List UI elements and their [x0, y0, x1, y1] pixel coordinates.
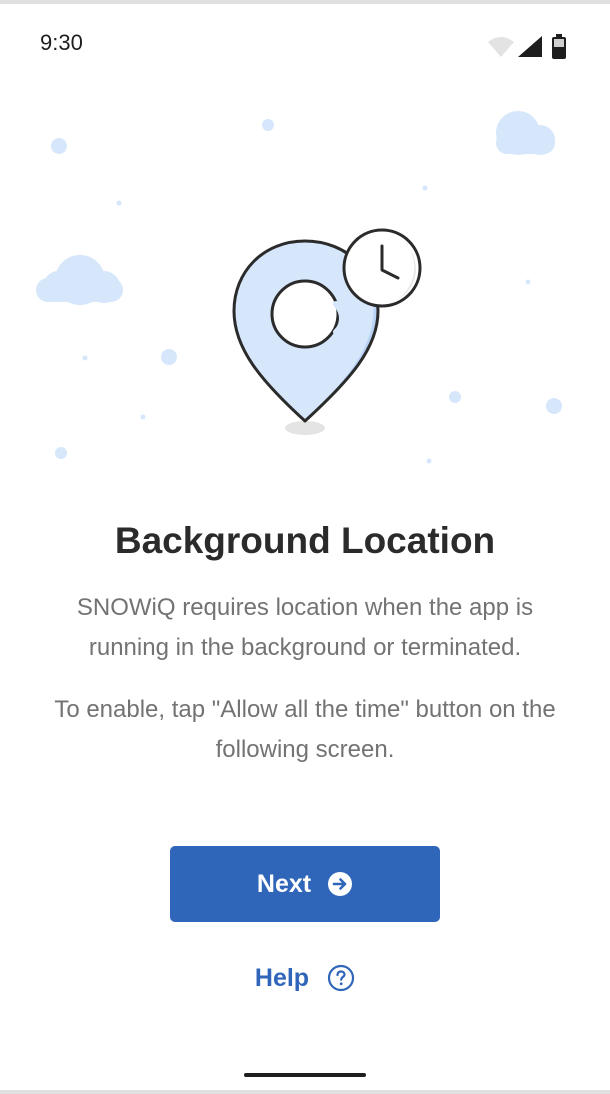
status-time: 9:30 — [40, 30, 83, 55]
next-button-label: Next — [256, 869, 312, 898]
arrow-right-circle-icon — [328, 872, 353, 896]
description-text: SNOWiQ requires location when the app is… — [76, 594, 534, 661]
cell-signal-icon — [518, 36, 542, 57]
page-title: Background Location — [114, 520, 496, 561]
help-link-label: Help — [254, 963, 310, 992]
question-circle-icon — [327, 964, 355, 992]
clock-icon — [342, 228, 422, 308]
help-link[interactable]: Help — [0, 958, 610, 998]
battery-icon — [552, 34, 566, 59]
next-button[interactable]: Next — [170, 846, 440, 922]
cloud-icon — [36, 255, 123, 305]
status-bar: 9:30 — [0, 4, 610, 76]
instruction-text: To enable, tap "Allow all the time" butt… — [54, 696, 556, 763]
location-illustration — [36, 111, 562, 464]
wifi-icon — [488, 37, 514, 57]
home-indicator[interactable] — [244, 1073, 366, 1077]
status-icons — [488, 34, 566, 59]
bottom-edge — [0, 1090, 610, 1094]
background-location-screen: 9:30 Background Location SNOWiQ requires… — [0, 0, 610, 1094]
cloud-icon — [496, 111, 555, 155]
